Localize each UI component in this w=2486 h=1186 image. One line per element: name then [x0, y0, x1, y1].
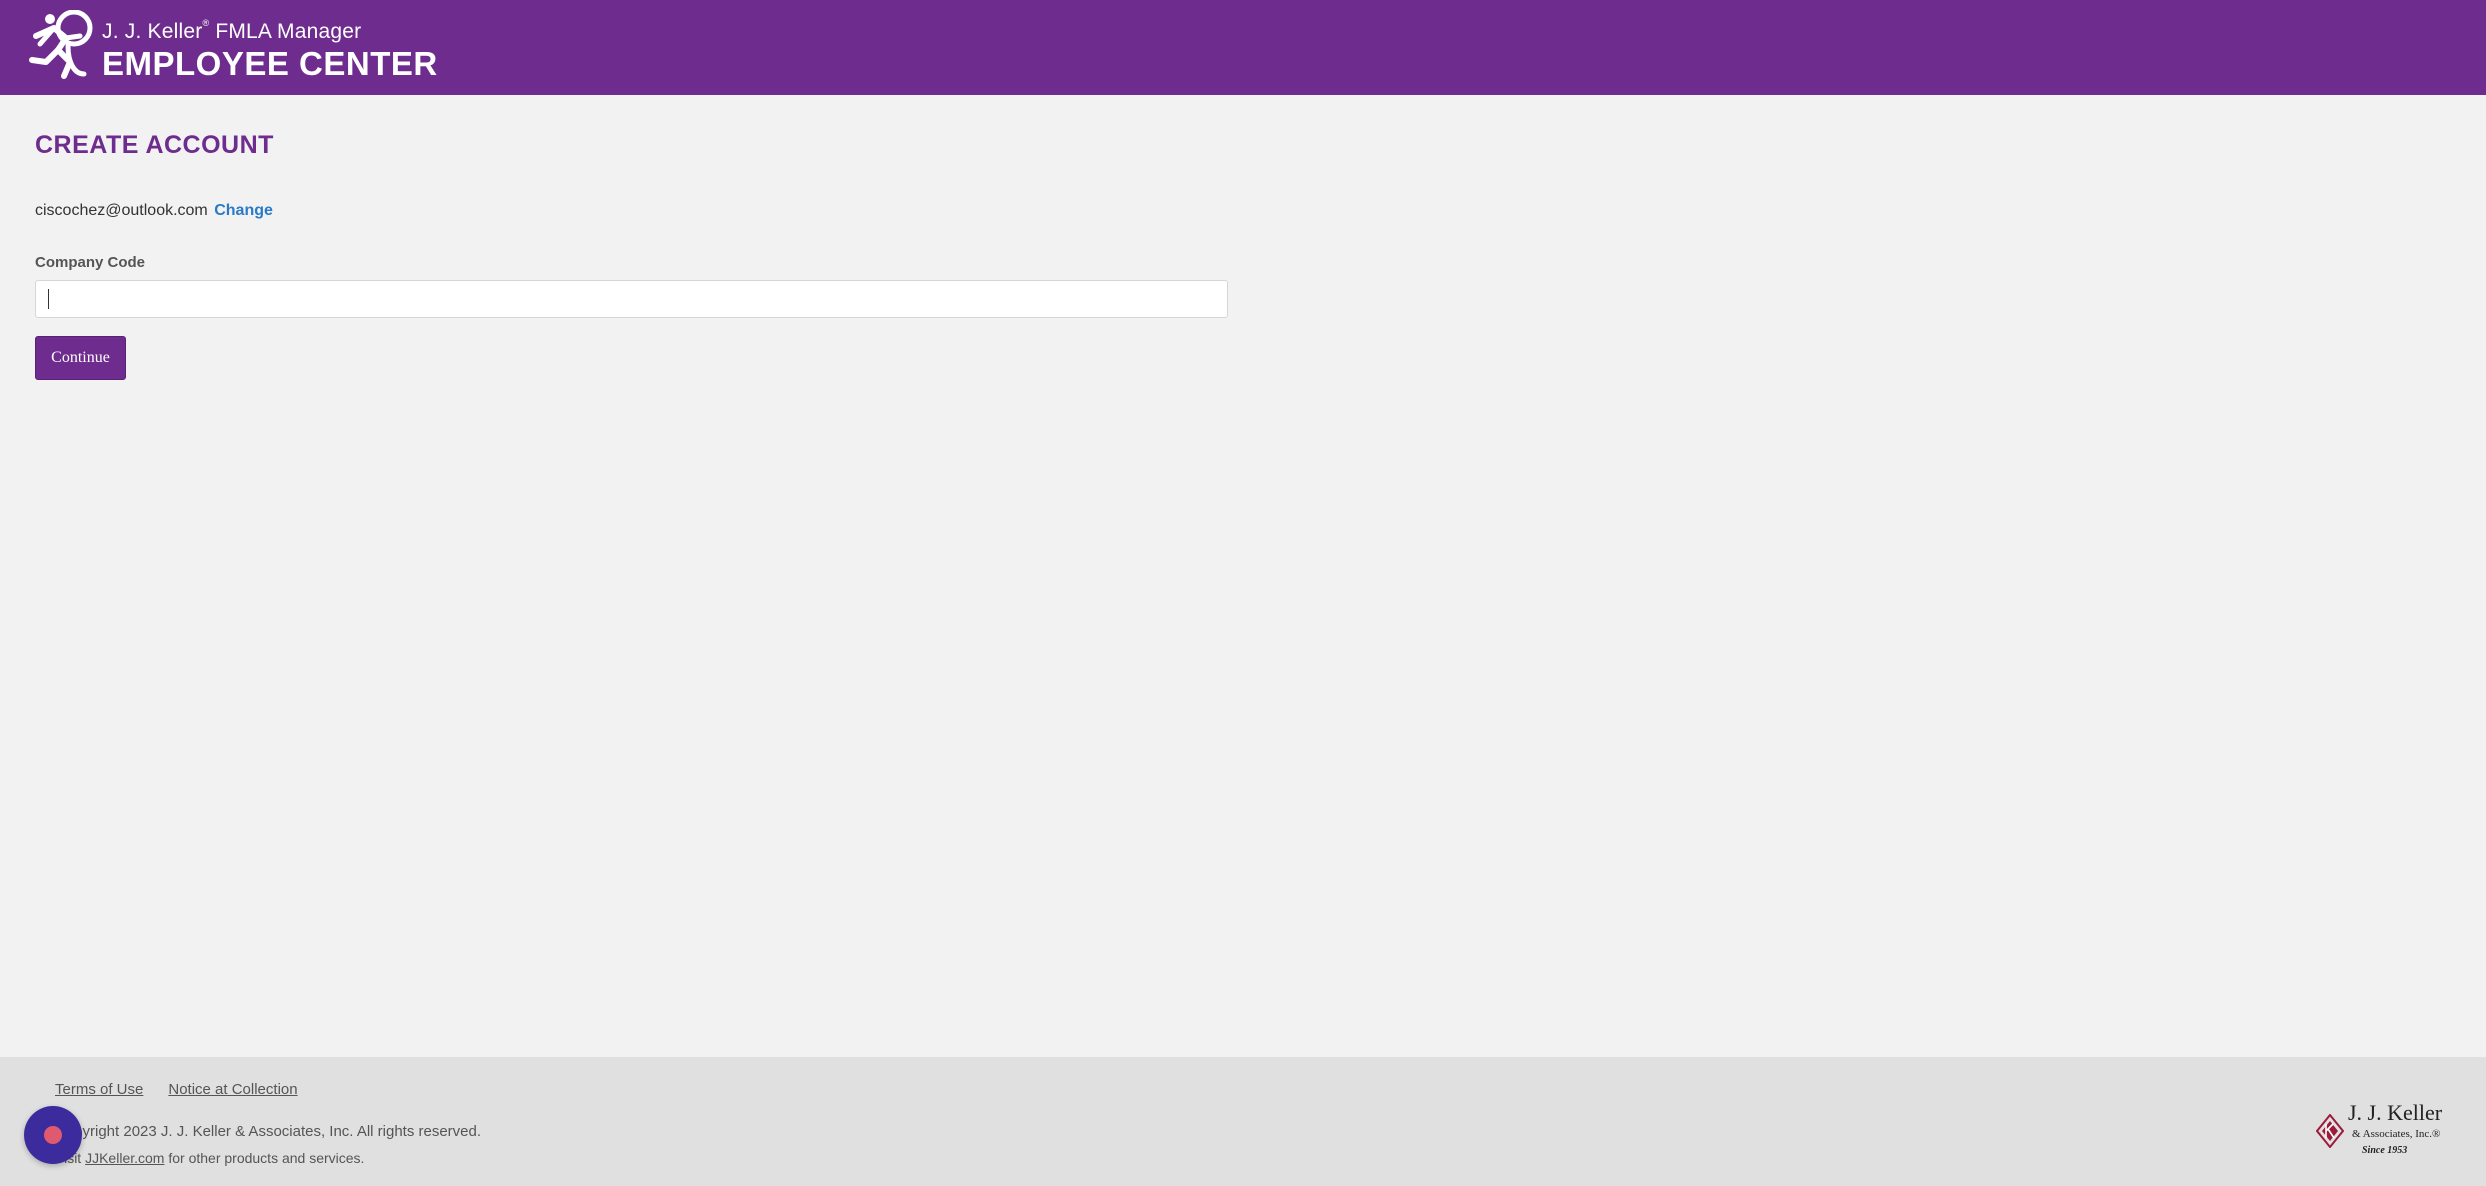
site-header: J. J. Keller® FMLA Manager EMPLOYEE CENT… [0, 0, 2486, 95]
account-email-row: ciscochez@outlook.com Change [35, 202, 273, 220]
chat-bubble-icon [44, 1126, 62, 1144]
brand-product-name: J. J. Keller® FMLA Manager [102, 17, 438, 43]
brand-text: J. J. Keller® FMLA Manager EMPLOYEE CENT… [102, 13, 438, 80]
registered-mark: ® [202, 17, 210, 28]
footer-links: Terms of Use Notice at Collection [55, 1081, 298, 1098]
jjkeller-footer-logo[interactable]: J. J. Keller & Associates, Inc.® Since 1… [2312, 1100, 2442, 1160]
continue-button[interactable]: Continue [35, 336, 126, 380]
notice-at-collection-link[interactable]: Notice at Collection [168, 1081, 297, 1098]
keller-diamond-icon [2316, 1114, 2344, 1148]
change-email-link[interactable]: Change [214, 202, 273, 219]
logo-company-name: J. J. Keller [2348, 1100, 2443, 1125]
company-code-input[interactable] [35, 280, 1228, 318]
brand-subtitle: EMPLOYEE CENTER [102, 44, 438, 82]
site-footer: Terms of Use Notice at Collection Copyri… [0, 1057, 2486, 1186]
copyright-text: Copyright 2023 J. J. Keller & Associates… [55, 1123, 482, 1140]
brand-company: J. J. Keller [102, 19, 203, 43]
brand-logo[interactable]: J. J. Keller® FMLA Manager EMPLOYEE CENT… [28, 10, 438, 82]
visit-text: Visit JJKeller.com for other products an… [55, 1150, 364, 1166]
text-caret [48, 289, 49, 309]
running-figure-icon [29, 10, 93, 79]
brand-product: FMLA Manager [209, 19, 362, 43]
jjkeller-link[interactable]: JJKeller.com [85, 1150, 164, 1166]
logo-since: Since 1953 [2362, 1145, 2408, 1156]
chat-widget-button[interactable] [24, 1106, 82, 1164]
account-email: ciscochez@outlook.com [35, 202, 208, 219]
logo-associates: & Associates, Inc.® [2352, 1128, 2441, 1140]
terms-of-use-link[interactable]: Terms of Use [55, 1081, 143, 1098]
visit-suffix: for other products and services. [164, 1150, 365, 1166]
company-code-label: Company Code [35, 254, 146, 271]
page-title: CREATE ACCOUNT [35, 131, 274, 159]
